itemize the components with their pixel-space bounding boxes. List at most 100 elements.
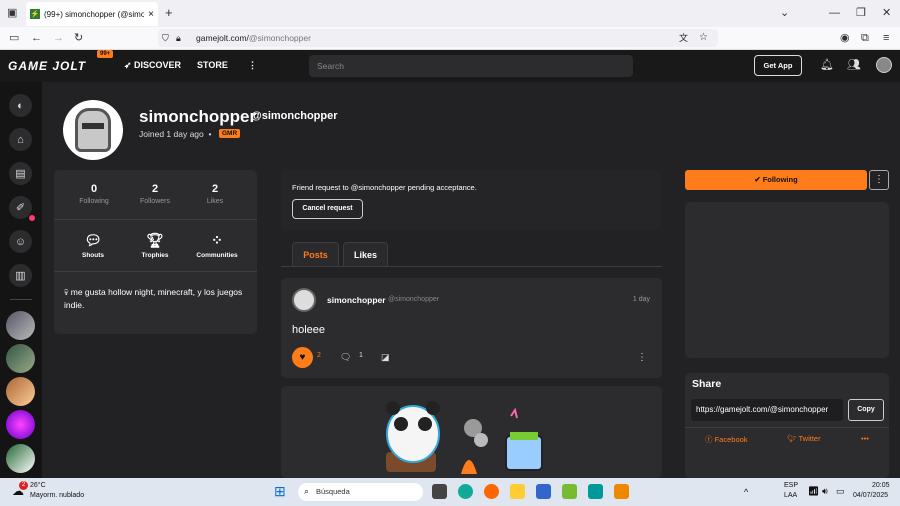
following-button[interactable]: ✔ Following: [685, 170, 867, 190]
compass-icon: ➶: [124, 60, 135, 70]
profile-stats-card: 0 Following 2 Followers 2 Likes 💬︎ Shouts 🏆︎…: [54, 170, 257, 334]
clock-time[interactable]: 20:05: [872, 482, 890, 489]
nav-discover-link[interactable]: ➶ DISCOVER: [124, 60, 181, 71]
clock-date[interactable]: 04/07/2025: [853, 492, 888, 499]
twitter-label: Twitter: [798, 434, 821, 443]
nav-discover-label: DISCOVER: [134, 60, 182, 70]
panda-illustration: [386, 401, 543, 474]
tab-posts[interactable]: Posts: [292, 242, 339, 267]
battery-icon[interactable]: ▭: [836, 486, 845, 497]
menu-hamburger-icon[interactable]: ≡: [883, 27, 889, 49]
copy-button[interactable]: Copy: [848, 399, 884, 421]
reload-icon[interactable]: ↻: [74, 27, 83, 49]
tab-overflow-chevron-icon[interactable]: ⌄: [780, 2, 789, 24]
trophies-link[interactable]: 🏆︎ Trophies: [125, 232, 185, 259]
close-tab-icon[interactable]: ×: [148, 9, 154, 20]
stat-followers[interactable]: 2 Followers: [125, 183, 185, 205]
browser-toolbar: ▭ ← → ↻ ⛉ 🔒︎ gamejolt.com/@simonchopper …: [0, 27, 900, 50]
twitter-icon: 🐦︎: [787, 434, 799, 443]
extensions-icon[interactable]: ⧉: [861, 27, 869, 49]
tab-likes[interactable]: Likes: [343, 242, 388, 267]
maximize-window-icon[interactable]: ❐: [856, 2, 866, 24]
edge-icon[interactable]: [458, 484, 473, 499]
trophy-icon: 🏆︎: [146, 232, 164, 248]
windows-start-icon[interactable]: ⊞: [274, 483, 286, 500]
back-arrow-icon[interactable]: ←: [31, 27, 42, 49]
ad-placeholder: [685, 202, 889, 358]
taskbar-search[interactable]: Búsqueda: [298, 483, 423, 501]
stat-label: Likes: [206, 198, 224, 205]
search-input[interactable]: Search: [309, 55, 633, 77]
library-icon[interactable]: ▥: [9, 264, 32, 287]
photos-icon[interactable]: [562, 484, 577, 499]
stat-likes[interactable]: 2 Likes: [185, 183, 245, 205]
file-explorer-icon[interactable]: [510, 484, 525, 499]
profile-more-icon[interactable]: ⋮: [869, 170, 889, 190]
community-icon-5[interactable]: [6, 444, 35, 473]
profile-avatar[interactable]: [63, 100, 123, 160]
firefox-icon[interactable]: [484, 484, 499, 499]
new-tab-button[interactable]: +: [165, 2, 173, 24]
nav-store-link[interactable]: STORE: [197, 60, 228, 70]
separator-dot: •: [208, 129, 212, 139]
communities-grid-icon: ⁘: [211, 232, 223, 248]
user-avatar[interactable]: [876, 57, 892, 73]
task-view-icon[interactable]: [432, 484, 447, 499]
url-domain: gamejolt.com/: [196, 33, 249, 43]
wifi-icon[interactable]: 📶︎: [808, 486, 819, 497]
sidebar-toggle-icon[interactable]: ▭: [9, 27, 19, 49]
share-url-field[interactable]: https://gamejolt.com/@simonchopper: [691, 399, 843, 421]
more-vertical-icon[interactable]: ⋮: [248, 60, 257, 71]
cancel-request-button[interactable]: Cancel request: [292, 199, 363, 219]
stat-value: 2: [211, 183, 219, 195]
facebook-label: Facebook: [714, 435, 748, 444]
divider: [685, 427, 889, 428]
post-author-name[interactable]: simonchopper: [327, 295, 386, 305]
community-icon-2[interactable]: [6, 344, 35, 373]
backpack-icon[interactable]: ▤: [9, 162, 32, 185]
sticker-icon[interactable]: ◪: [381, 352, 390, 363]
gmr-badge: GMR: [219, 129, 241, 138]
volume-icon[interactable]: 🔊︎: [822, 486, 828, 497]
tab-list-icon[interactable]: ▣: [7, 2, 17, 24]
arduino-icon[interactable]: [588, 484, 603, 499]
shouts-link[interactable]: 💬︎ Shouts: [63, 232, 123, 259]
twitter-share-button[interactable]: 🐦︎ Twitter: [787, 434, 821, 443]
community-icon-3[interactable]: [6, 377, 35, 406]
app-icon[interactable]: [614, 484, 629, 499]
activity-icon[interactable]: ◐: [9, 94, 32, 117]
notice-text: Friend request to @simonchopper pending …: [292, 183, 477, 192]
translate-icon[interactable]: 文: [679, 29, 688, 47]
like-count: 2: [317, 352, 321, 359]
communities-link[interactable]: ⁘ Communities: [187, 232, 247, 259]
community-icon-4[interactable]: [6, 410, 35, 439]
following-label: Following: [762, 175, 798, 184]
share-more-button[interactable]: •••: [861, 434, 869, 443]
friends-icon[interactable]: 👥︎: [847, 58, 861, 71]
facebook-share-button[interactable]: ⓕ Facebook: [705, 434, 748, 445]
chat-icon[interactable]: ☺: [9, 230, 32, 253]
bell-icon[interactable]: 🔔︎: [820, 58, 834, 71]
get-app-button[interactable]: Get App: [754, 55, 802, 76]
browser-tab-active[interactable]: ⚡ (99+) simonchopper (@simonc ×: [26, 2, 158, 26]
account-icon[interactable]: ◉: [840, 27, 850, 49]
share-card: Share https://gamejolt.com/@simonchopper…: [685, 373, 889, 478]
close-window-icon[interactable]: ✕: [882, 2, 891, 24]
minimize-window-icon[interactable]: —: [829, 2, 840, 24]
lang-code[interactable]: ESP: [784, 482, 798, 489]
heart-icon[interactable]: ♥: [292, 347, 313, 368]
gamejolt-favicon-icon: ⚡: [30, 9, 40, 19]
post-author-avatar[interactable]: [292, 288, 316, 312]
post-more-icon[interactable]: ⋮: [637, 352, 647, 363]
store-icon[interactable]: ⌂: [9, 128, 32, 151]
lang-layout[interactable]: LAA: [784, 492, 797, 499]
comment-icon[interactable]: 🗨︎: [340, 352, 351, 363]
stat-following[interactable]: 0 Following: [64, 183, 124, 205]
store-app-icon[interactable]: [536, 484, 551, 499]
bookmark-star-icon[interactable]: ☆: [699, 29, 708, 47]
forward-arrow-icon[interactable]: →: [53, 27, 64, 49]
gamejolt-logo[interactable]: GAME JOLT: [8, 59, 86, 73]
community-icon-1[interactable]: [6, 311, 35, 340]
address-bar[interactable]: ⛉ 🔒︎ gamejolt.com/@simonchopper 文 ☆: [158, 29, 718, 47]
tray-chevron-icon[interactable]: ^: [744, 487, 748, 497]
